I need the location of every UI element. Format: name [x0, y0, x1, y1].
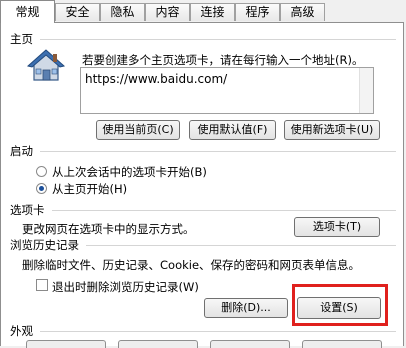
tab-security[interactable]: 安全: [55, 3, 100, 21]
startup-last-session-radio[interactable]: [36, 166, 47, 177]
tab-advanced[interactable]: 高级: [280, 3, 325, 21]
appearance-button-partial[interactable]: [302, 340, 382, 348]
delete-on-exit-label: 退出时删除浏览历史记录(W): [52, 280, 199, 294]
tabs-settings-button[interactable]: 选项卡(T): [294, 217, 380, 237]
home-section-title: 主页: [10, 32, 33, 46]
use-current-page-button[interactable]: 使用当前页(C): [96, 120, 180, 140]
delete-history-button[interactable]: 删除(D)...: [204, 298, 288, 318]
tab-bar: 常规 安全 隐私 内容 连接 程序 高级: [0, 0, 406, 24]
startup-home-page-label: 从主页开始(H): [52, 182, 128, 196]
tab-connections[interactable]: 连接: [190, 3, 235, 21]
home-url-text: https://www.baidu.com/: [85, 72, 228, 86]
history-description: 删除临时文件、历史记录、Cookie、保存的密码和网页表单信息。: [22, 258, 361, 272]
home-description: 若要创建多个主页选项卡，请在每行输入一个地址(R)。: [82, 53, 364, 67]
startup-home-page-radio[interactable]: [36, 183, 47, 194]
tabs-divider: [52, 210, 396, 211]
tab-programs[interactable]: 程序: [235, 3, 280, 21]
tab-content[interactable]: 内容: [145, 3, 190, 21]
home-divider: [40, 39, 396, 40]
tabs-description: 更改网页在选项卡中的显示方式。: [22, 222, 195, 236]
appearance-section-title: 外观: [10, 324, 33, 338]
history-section-title: 浏览历史记录: [10, 238, 79, 252]
startup-last-session-label: 从上次会话中的选项卡开始(B): [52, 165, 207, 179]
appearance-button-partial[interactable]: [26, 340, 106, 348]
house-icon: [26, 48, 66, 84]
history-divider: [86, 245, 396, 246]
tabs-section-title: 选项卡: [10, 203, 45, 217]
tab-general[interactable]: 常规: [0, 0, 55, 23]
appearance-button-partial[interactable]: [210, 340, 290, 348]
home-url-textarea[interactable]: https://www.baidu.com/: [80, 67, 374, 114]
use-new-tab-button[interactable]: 使用新选项卡(U): [284, 120, 380, 140]
use-default-button[interactable]: 使用默认值(F): [189, 120, 276, 140]
appearance-button-partial[interactable]: [118, 340, 198, 348]
textarea-scrollbar[interactable]: [359, 68, 373, 113]
startup-section-title: 启动: [10, 144, 33, 158]
delete-on-exit-checkbox[interactable]: [36, 279, 48, 291]
tab-privacy[interactable]: 隐私: [100, 3, 145, 21]
startup-divider: [40, 151, 396, 152]
highlight-box: [292, 284, 388, 326]
appearance-divider: [40, 331, 396, 332]
